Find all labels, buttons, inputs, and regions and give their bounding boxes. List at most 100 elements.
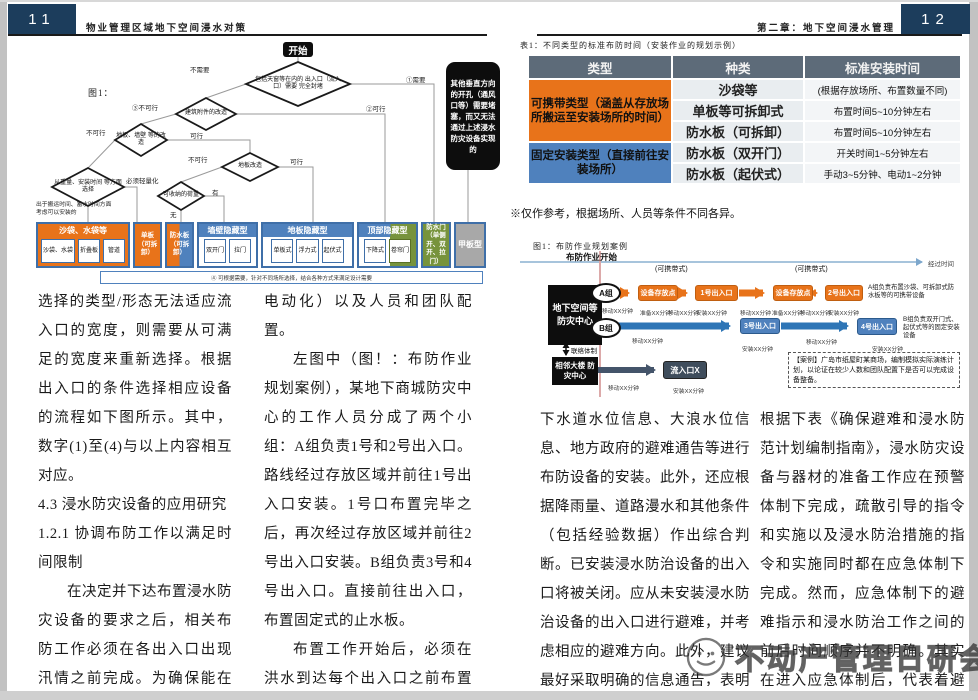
paragraph: 选择的类型/形态无法适应流入口的宽度，则需要从可满足的宽度来重新选择。根据出入口… bbox=[38, 288, 232, 491]
flow-label-need1: ①需要 bbox=[406, 74, 426, 84]
time-label: 准备XX分钟 bbox=[640, 308, 671, 317]
flow-chip: 沙袋、水袋 bbox=[41, 239, 75, 263]
flow-chip: 单板式 bbox=[271, 239, 293, 263]
flow-category-sandbags: 沙袋、水袋等 沙袋、水袋 折叠板 管道 bbox=[36, 222, 130, 268]
scan-edge-bottom bbox=[0, 691, 978, 700]
flow-decision-3: 地板、墙壁 等的改造 bbox=[115, 128, 167, 152]
time-label: 移动XX分钟 bbox=[602, 306, 633, 315]
flow-label-have: 有 bbox=[212, 187, 219, 197]
time-cell: 布置时间5~10分钟左右 bbox=[805, 122, 960, 141]
standard-install-time-table: 类型 种类 标准安装时间 可携带类型（涵盖从存放场所搬运至安装场所的时间） 沙袋… bbox=[527, 54, 962, 185]
flow-decision-6: 可收纳的荷重 bbox=[151, 190, 211, 202]
group-fixed: 固定安装类型（直接前往安装场所） bbox=[529, 143, 671, 183]
left-figure-label: 图1： bbox=[88, 86, 114, 99]
exit-4-node: 4号出入口 bbox=[857, 318, 897, 335]
flow-chip: 拉门 bbox=[229, 239, 251, 263]
paragraph: 在决定并下达布置浸水防灾设备的要求之后，相关布防工作必须在各出入口出现汛情之前完… bbox=[38, 578, 232, 686]
scan-edge-left bbox=[0, 0, 7, 700]
group-b-ellipse: B组 bbox=[591, 318, 621, 338]
section-heading: 1.2.1 协调布防工作以满足时间限制 bbox=[38, 520, 232, 578]
group-a-ellipse: A组 bbox=[591, 283, 621, 303]
time-label: 移动XX分钟 bbox=[806, 337, 837, 346]
time-label: 移动XX分钟 bbox=[668, 308, 699, 317]
portable-label-2: (可携带式) bbox=[795, 264, 828, 274]
flow-chip: 浮力式 bbox=[296, 239, 318, 263]
flow-label-lighten: 必须轻量化 bbox=[126, 175, 159, 185]
flow-category-single-board: 单板（可拆卸） bbox=[133, 222, 162, 268]
watermark-text: 不动产管理日研会 bbox=[735, 636, 978, 678]
flow-label-ok-a: 可行 bbox=[190, 130, 203, 140]
exit-3-node: 3号出入口 bbox=[740, 318, 780, 334]
page-number-right: 12 bbox=[901, 4, 970, 34]
flow-category-floor-hidden: 地板隐藏型 单板式 浮力式 起伏式 bbox=[261, 222, 354, 268]
flow-category-wall-hidden: 墙壁隐藏型 双开门 拉门 bbox=[197, 222, 258, 268]
left-page-column-2: 电动化）以及人员和团队配置。 左图中（图！：布防作业规划案例），某地下商城防灾中… bbox=[264, 288, 472, 686]
portable-label-1: (可携带式) bbox=[655, 264, 688, 274]
time-cell: 布置时间5~10分钟左右 bbox=[805, 101, 960, 120]
flow-start: 开始 bbox=[283, 42, 313, 57]
flow-label-ok2: ②可行 bbox=[366, 103, 386, 113]
exit-1-node: 1号出入口 bbox=[695, 285, 738, 301]
page-number-left: 11 bbox=[8, 4, 76, 34]
group-a-note: A组负责布置沙袋、可拆卸式防水板等的可携带设备 bbox=[868, 284, 960, 300]
table-note: ※仅作参考，根据场所、人员等条件不同各异。 bbox=[510, 205, 741, 221]
inflow-node: 流入口X bbox=[663, 361, 707, 379]
time-label: 移动XX分钟 bbox=[632, 336, 663, 345]
time-label: 移动XX分钟 bbox=[800, 308, 831, 317]
category-header: 墙壁隐藏型 bbox=[199, 224, 256, 237]
time-cell: 开关时间1~5分钟左右 bbox=[805, 143, 960, 162]
flow-label-none: 无 bbox=[170, 209, 177, 219]
flow-category-waterproof-board: 防水板（可拆卸） bbox=[165, 222, 194, 268]
category-header: 地板隐藏型 bbox=[263, 224, 352, 237]
paragraph: 左图中（图！：布防作业规划案例），某地下商城防灾中心的工作人员分成了两个小组：A… bbox=[264, 346, 472, 636]
left-header-title: 物业管理区域地下空间浸水对策 bbox=[86, 20, 247, 34]
kind-cell: 防水板（双开门） bbox=[673, 143, 803, 162]
right-header-rule bbox=[537, 34, 962, 36]
right-header-title: 第二章：地下空间浸水管理 bbox=[740, 20, 895, 34]
adjacent-building-box: 相邻大楼 防灾中心 bbox=[552, 357, 598, 385]
flow-decision-4: 地板改造 bbox=[224, 160, 276, 174]
group-portable: 可携带类型（涵盖从存放场所搬运至安装场所的时间） bbox=[529, 80, 671, 141]
kind-cell: 防水板（可拆卸） bbox=[673, 122, 803, 141]
exit-2-node: 2号出入口 bbox=[825, 285, 863, 301]
group-b-note: B组负责双开门式、起伏式等的固定安装设备 bbox=[903, 316, 961, 340]
storage-node-1: 设备存放点 bbox=[638, 285, 678, 301]
paragraph: 电动化）以及人员和团队配置。 bbox=[264, 288, 472, 346]
time-label: 准备XX分钟 bbox=[772, 308, 803, 317]
time-label: 安装XX分钟 bbox=[742, 344, 773, 353]
flow-chip: 下降式 bbox=[364, 239, 386, 263]
left-header-rule bbox=[8, 34, 487, 36]
col-header-type: 类型 bbox=[529, 56, 671, 78]
table-caption: 表1：不同类型的标准布防时间（安装作业的规划示例） bbox=[520, 40, 741, 51]
flow-chip: 折叠板 bbox=[78, 239, 100, 263]
scan-edge-top bbox=[0, 0, 978, 2]
time-label: 移动XX分钟 bbox=[608, 383, 639, 392]
flow-label-no-need: 不需要 bbox=[190, 64, 210, 74]
col-header-time: 标准安装时间 bbox=[805, 56, 960, 78]
storage-node-2: 设备存放点 bbox=[773, 285, 813, 301]
time-axis-label: 经过时间 bbox=[928, 258, 954, 268]
category-header: 沙袋、水袋等 bbox=[38, 224, 128, 237]
flow-chip: 卷帘门 bbox=[389, 239, 411, 263]
scanned-document-spread: 11 物业管理区域地下空间浸水对策 第二章：地下空间浸水管理 12 bbox=[0, 0, 978, 700]
flow-decision-5: 从重量、安装时间 等方面选择 bbox=[54, 176, 122, 198]
table-row: 固定安装类型（直接前往安装场所） 防水板（双开门） 开关时间1~5分钟左右 bbox=[529, 143, 960, 162]
kind-cell: 沙袋等 bbox=[673, 80, 803, 99]
time-cell: (根据存放场所、布置数量不同) bbox=[805, 80, 960, 99]
contact-system-label: 联络体制 bbox=[571, 345, 597, 355]
section-heading: 4.3 浸水防灾设备的应用研究 bbox=[38, 491, 232, 520]
flow-footnote-bar: ④ 可根据需要，针对不同场所选择，结合各种方式来满足设计需要 bbox=[100, 271, 483, 284]
flow-label-no3: ③不可行 bbox=[132, 102, 158, 112]
time-label: 安装XX分钟 bbox=[673, 386, 704, 395]
watermark-logo-icon bbox=[685, 636, 727, 678]
flow-chip: 双开门 bbox=[204, 239, 226, 263]
flow-side-note: 出于搬运时间、蓄水时间方面考虑可以安装的 bbox=[36, 201, 116, 217]
time-label: 安装XX分钟 bbox=[696, 308, 727, 317]
flow-decision-1: 包括天窗等在内的 出入口（流入口）需要 完全封堵 bbox=[252, 66, 344, 102]
flow-label-no-a: 不可行 bbox=[86, 127, 106, 137]
time-cell: 手动3~5分钟、电动1~2分钟 bbox=[805, 164, 960, 183]
table-row: 可携带类型（涵盖从存放场所搬运至安装场所的时间） 沙袋等 (根据存放场所、布置数… bbox=[529, 80, 960, 99]
case-note-box: 【案例】广岛市纸屋町某商场，编制模拟实际演练计划，以论证在较少人数和团队配置下是… bbox=[788, 352, 960, 388]
flow-category-deck-type: 甲板型 bbox=[454, 222, 486, 268]
flow-chip: 起伏式 bbox=[322, 239, 344, 263]
